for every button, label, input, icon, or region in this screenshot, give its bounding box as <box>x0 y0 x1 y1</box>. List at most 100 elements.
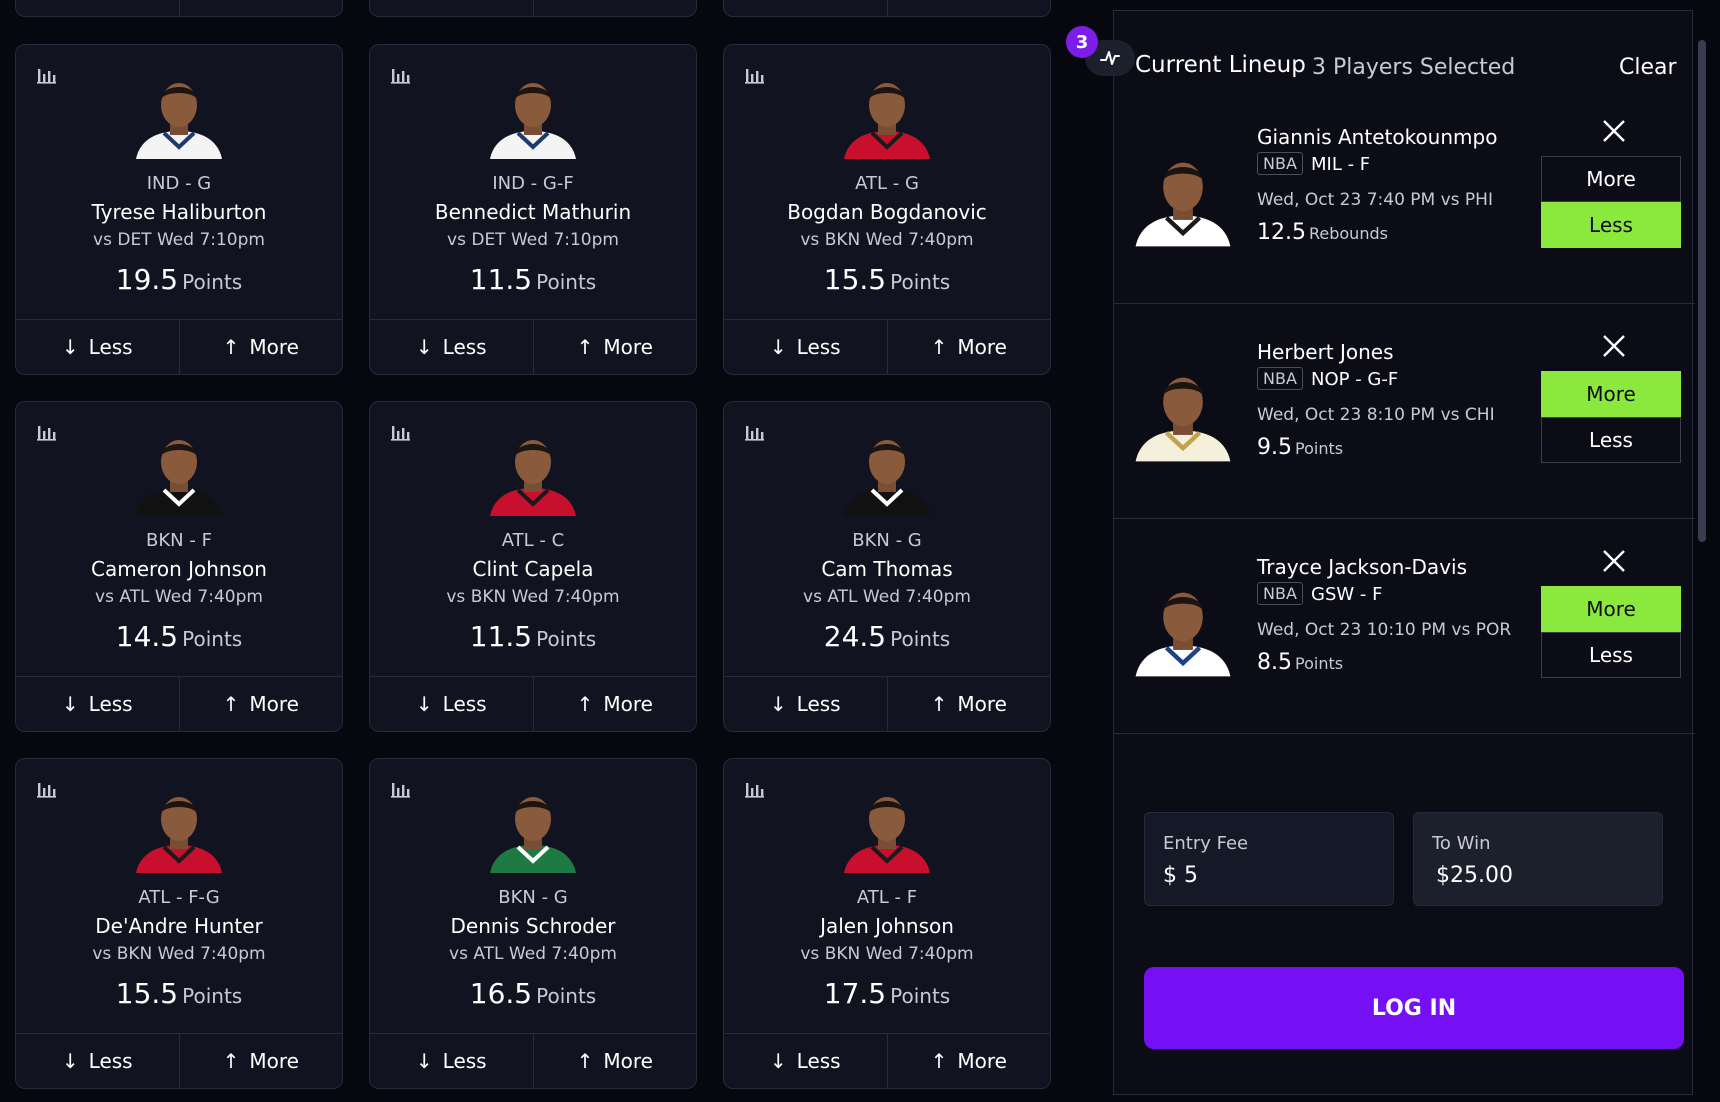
game-info: Wed, Oct 23 7:40 PM vs PHI <box>1257 190 1493 210</box>
less-button[interactable]: ↓ Less <box>724 1034 887 1088</box>
less-label: Less <box>442 692 487 716</box>
projection-value: 16.5 <box>469 977 533 1010</box>
more-button[interactable]: More <box>1541 156 1681 202</box>
less-button[interactable] <box>16 0 179 16</box>
less-label: Less <box>796 1049 841 1073</box>
projection-line: 12.5 Rebounds <box>1257 220 1388 245</box>
more-button[interactable]: ↑ More <box>178 320 343 374</box>
more-button[interactable]: More <box>1541 371 1681 417</box>
projection-value: 11.5 <box>469 620 533 653</box>
lineup-scrollbar[interactable] <box>1698 40 1706 542</box>
more-button[interactable]: ↑ More <box>886 677 1051 731</box>
pick-buttons: ↓ Less ↑ More <box>16 1033 342 1088</box>
more-button[interactable] <box>886 0 1051 16</box>
game-info: Wed, Oct 23 10:10 PM vs POR <box>1257 620 1512 640</box>
game-info: vs BKN Wed 7:40pm <box>446 587 620 607</box>
arrow-up-icon: ↑ <box>930 692 948 716</box>
stat-unit: Points <box>1295 439 1344 458</box>
player-card: ATL - G Bogdan Bogdanovic vs BKN Wed 7:40p… <box>723 44 1051 375</box>
player-name: Tyrese Haliburton <box>91 200 267 224</box>
less-button[interactable]: ↓ Less <box>724 677 887 731</box>
stats-icon[interactable] <box>744 422 764 442</box>
player-name: Trayce Jackson-Davis <box>1257 555 1467 579</box>
stats-icon[interactable] <box>390 422 410 442</box>
less-button[interactable] <box>370 0 533 16</box>
more-button[interactable]: ↑ More <box>886 1034 1051 1088</box>
lineup-pick: Giannis Antetokounmpo NBA MIL - F Wed, Oct … <box>1113 90 1695 304</box>
stats-icon[interactable] <box>36 422 56 442</box>
game-info: vs ATL Wed 7:40pm <box>95 587 263 607</box>
clear-button[interactable]: Clear <box>1619 55 1677 80</box>
stats-icon[interactable] <box>744 65 764 85</box>
projection-value: 19.5 <box>115 263 179 296</box>
less-button[interactable] <box>724 0 887 16</box>
players-selected-count: 3 Players Selected <box>1312 55 1516 80</box>
lineup-pick: Trayce Jackson-Davis NBA GSW - F Wed, Oct 2… <box>1113 520 1695 734</box>
player-name: Giannis Antetokounmpo <box>1257 125 1498 149</box>
to-win-value: $25.00 <box>1436 863 1513 888</box>
more-button[interactable]: More <box>1541 586 1681 632</box>
player-avatar <box>838 73 936 159</box>
more-button[interactable]: ↑ More <box>532 677 697 731</box>
less-button[interactable]: ↓ Less <box>16 320 179 374</box>
less-button[interactable]: ↓ Less <box>16 1034 179 1088</box>
less-button[interactable]: ↓ Less <box>370 1034 533 1088</box>
to-win-label: To Win <box>1432 833 1491 854</box>
more-button[interactable]: ↑ More <box>532 1034 697 1088</box>
player-card: ATL - F-G De'Andre Hunter vs BKN Wed 7:40p… <box>15 758 343 1089</box>
entry-fee-value[interactable]: $ 5 <box>1163 863 1198 888</box>
more-button[interactable]: ↑ More <box>532 320 697 374</box>
player-avatar <box>838 430 936 516</box>
projection-value: 12.5 <box>1257 220 1306 245</box>
less-button[interactable]: ↓ Less <box>370 677 533 731</box>
less-label: Less <box>442 1049 487 1073</box>
more-button[interactable]: ↑ More <box>178 1034 343 1088</box>
entry-fee-input[interactable]: Entry Fee $ 5 <box>1144 812 1394 906</box>
login-button[interactable]: LOG IN <box>1144 967 1684 1049</box>
more-button[interactable]: ↑ More <box>886 320 1051 374</box>
pick-buttons: ↓ Less ↑ More <box>370 1033 696 1088</box>
close-icon[interactable] <box>1601 333 1627 359</box>
pick-buttons: ↓ Less ↑ More <box>370 676 696 731</box>
game-info: vs BKN Wed 7:40pm <box>92 944 266 964</box>
pick-buttons: ↓ Less ↑ More <box>16 676 342 731</box>
stats-icon[interactable] <box>744 779 764 799</box>
more-button[interactable] <box>178 0 343 16</box>
less-label: Less <box>88 1049 133 1073</box>
more-button[interactable]: ↑ More <box>178 677 343 731</box>
game-info: vs BKN Wed 7:40pm <box>800 944 974 964</box>
projection-line: 24.5 Points <box>724 620 1050 653</box>
player-avatar <box>1129 360 1237 468</box>
stat-unit: Points <box>1295 654 1344 673</box>
projection-line: 15.5 Points <box>724 263 1050 296</box>
stat-unit: Points <box>536 627 597 651</box>
player-avatar <box>130 430 228 516</box>
stats-icon[interactable] <box>390 779 410 799</box>
pick-buttons: ↓ Less ↑ More <box>724 319 1050 374</box>
player-avatar <box>130 73 228 159</box>
less-button[interactable]: ↓ Less <box>724 320 887 374</box>
less-button[interactable]: Less <box>1541 417 1681 463</box>
stats-icon[interactable] <box>36 65 56 85</box>
projection-value: 14.5 <box>115 620 179 653</box>
close-icon[interactable] <box>1601 118 1627 144</box>
stats-icon[interactable] <box>36 779 56 799</box>
projection-value: 24.5 <box>823 620 887 653</box>
more-button[interactable] <box>532 0 697 16</box>
projection-value: 11.5 <box>469 263 533 296</box>
less-button[interactable]: ↓ Less <box>16 677 179 731</box>
player-card-partial <box>15 0 343 17</box>
less-button[interactable]: Less <box>1541 632 1681 678</box>
less-button[interactable]: ↓ Less <box>370 320 533 374</box>
stats-icon[interactable] <box>390 65 410 85</box>
stat-unit: Points <box>890 270 951 294</box>
game-info: vs BKN Wed 7:40pm <box>800 230 974 250</box>
projection-line: 17.5 Points <box>724 977 1050 1010</box>
player-avatar <box>130 787 228 873</box>
arrow-down-icon: ↓ <box>415 692 433 716</box>
more-label: More <box>249 335 299 359</box>
close-icon[interactable] <box>1601 548 1627 574</box>
less-button[interactable]: Less <box>1541 202 1681 248</box>
game-info: vs DET Wed 7:10pm <box>447 230 619 250</box>
projection-value: 17.5 <box>823 977 887 1010</box>
